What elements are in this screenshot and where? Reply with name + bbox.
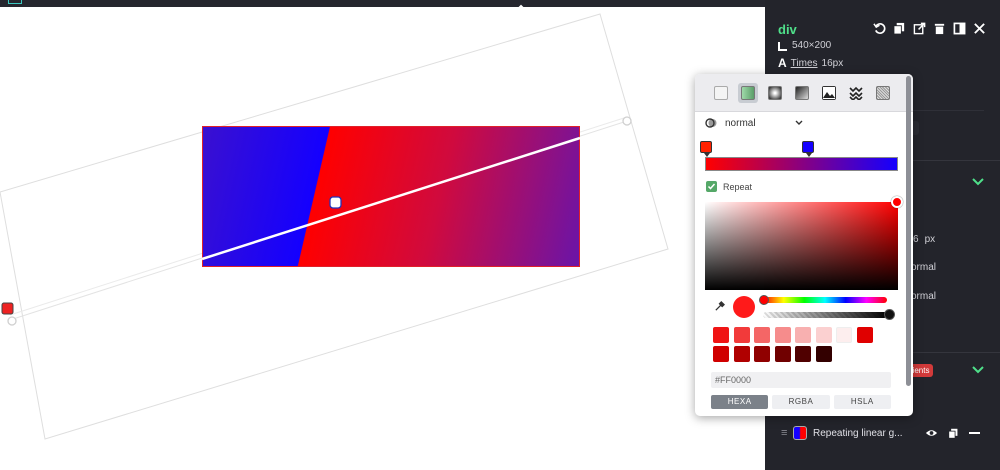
trash-icon[interactable]	[933, 22, 946, 35]
element-name: div	[778, 22, 797, 37]
check-icon	[707, 183, 716, 190]
color-swatch[interactable]	[815, 327, 832, 343]
color-stop-handle[interactable]	[1, 302, 14, 315]
color-swatch[interactable]	[733, 346, 750, 362]
conic-gradient-icon	[795, 86, 809, 100]
property-px-value: 6 px	[913, 234, 936, 245]
font-icon: A	[778, 56, 787, 70]
eyedropper-icon[interactable]	[714, 301, 725, 312]
chevron-down-icon[interactable]	[972, 366, 984, 374]
drag-handle-icon[interactable]: ≡	[781, 427, 793, 439]
layer-name: Repeating linear g...	[813, 427, 903, 439]
copy-icon[interactable]	[948, 428, 959, 439]
element-font: A Times 16px	[778, 56, 843, 70]
linear-gradient-icon	[741, 86, 755, 100]
copy-icon[interactable]	[893, 22, 906, 35]
eye-icon[interactable]	[925, 428, 938, 438]
editor-canvas[interactable]	[0, 7, 765, 470]
close-icon[interactable]	[973, 22, 986, 35]
gradient-direction-line	[1, 136, 581, 315]
saturation-value-knob[interactable]	[891, 196, 903, 208]
color-mode-tabs: HEXA RGBA HSLA	[711, 395, 891, 409]
image-icon	[822, 86, 836, 100]
popup-scrollbar[interactable]	[906, 76, 911, 386]
undo-icon[interactable]	[873, 22, 886, 35]
minus-icon[interactable]	[969, 431, 980, 435]
color-swatch[interactable]	[836, 327, 852, 343]
device-icon[interactable]	[8, 0, 22, 4]
color-swatch[interactable]	[815, 346, 832, 362]
color-swatch[interactable]	[795, 346, 811, 362]
size-value: 540×200	[792, 40, 832, 51]
mode-hsla-button[interactable]: HSLA	[833, 395, 891, 409]
color-swatch[interactable]	[774, 327, 791, 343]
repeat-checkbox[interactable]	[706, 181, 717, 192]
font-size-value: 16px	[821, 57, 844, 69]
gradient-picker-popup: normal Repeat #FF0000 HEXA RGBA HSLA	[695, 74, 913, 416]
color-swatch[interactable]	[733, 327, 750, 343]
property-normal-a[interactable]: ormal	[911, 262, 936, 273]
chevron-down-icon[interactable]	[972, 178, 984, 186]
gradient-center-handle[interactable]	[329, 196, 342, 209]
hue-slider[interactable]	[763, 297, 887, 303]
repeat-label: Repeat	[723, 181, 753, 192]
ruler-icon	[778, 41, 787, 51]
element-size: 540×200	[778, 40, 831, 51]
color-swatch[interactable]	[754, 346, 770, 362]
blend-mode-value: normal	[725, 117, 756, 129]
external-link-icon[interactable]	[913, 22, 926, 35]
type-solid-button[interactable]	[711, 83, 731, 103]
solid-color-icon	[714, 86, 728, 100]
type-image-button[interactable]	[819, 83, 839, 103]
header-actions	[873, 22, 986, 35]
fullscreen-icon[interactable]	[953, 22, 966, 35]
chevron-down-icon	[795, 120, 803, 125]
mode-hexa-button[interactable]: HEXA	[711, 395, 769, 409]
background-type-tabs	[695, 74, 913, 112]
type-linear-gradient-button[interactable]	[738, 83, 758, 103]
mode-rgba-button[interactable]: RGBA	[772, 395, 830, 409]
top-toolbar	[0, 0, 765, 7]
type-conic-gradient-button[interactable]	[792, 83, 812, 103]
repeat-checkbox-row[interactable]: Repeat	[706, 181, 752, 192]
saturation-value-picker[interactable]	[705, 202, 898, 290]
blend-mode-select[interactable]: normal	[705, 116, 803, 130]
gradient-preview-bar[interactable]	[705, 157, 898, 171]
color-swatch[interactable]	[795, 327, 811, 343]
radial-gradient-icon	[768, 86, 782, 100]
color-swatch[interactable]	[856, 327, 873, 343]
color-swatch[interactable]	[713, 346, 729, 362]
property-normal-b[interactable]: ormal	[911, 291, 936, 302]
type-radial-gradient-button[interactable]	[765, 83, 785, 103]
gradient-stop-start[interactable]	[700, 141, 712, 157]
layer-preview-swatch[interactable]	[793, 426, 807, 440]
color-swatch[interactable]	[713, 327, 729, 343]
pattern-icon	[849, 86, 863, 100]
color-swatch[interactable]	[774, 346, 791, 362]
current-color-preview	[733, 296, 755, 318]
noise-icon	[876, 86, 890, 100]
hex-input[interactable]: #FF0000	[711, 372, 891, 388]
gradient-layer-row[interactable]: ≡ Repeating linear g...	[781, 424, 991, 442]
alpha-slider-knob[interactable]	[884, 309, 895, 320]
type-pattern-button[interactable]	[846, 83, 866, 103]
blend-mode-icon	[705, 118, 717, 128]
gradient-stop-end[interactable]	[802, 141, 814, 157]
type-noise-button[interactable]	[873, 83, 893, 103]
alpha-slider[interactable]	[763, 312, 887, 318]
hue-slider-knob[interactable]	[759, 295, 769, 305]
color-swatch[interactable]	[754, 327, 770, 343]
font-family-link[interactable]: Times	[791, 58, 818, 69]
